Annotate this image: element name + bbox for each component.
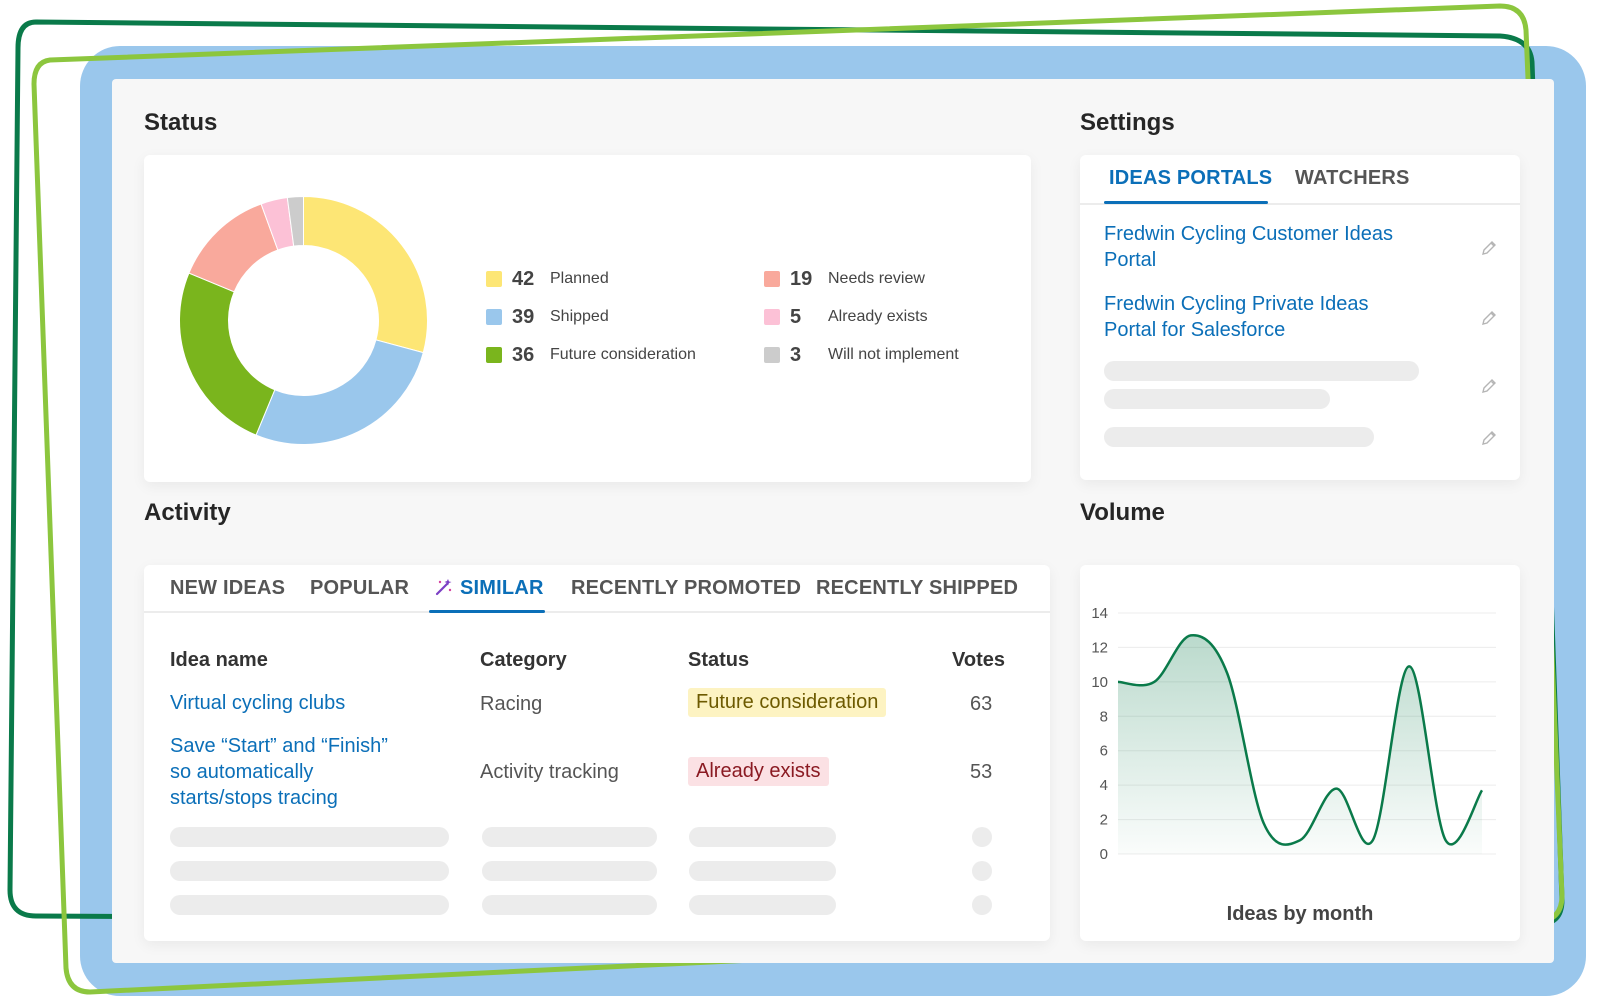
- skeleton-placeholder: [689, 861, 836, 881]
- settings-tabs: IDEAS PORTALS WATCHERS: [1080, 155, 1520, 205]
- skeleton-placeholder: [170, 827, 449, 847]
- activity-title: Activity: [144, 499, 231, 527]
- legend-count: 39: [512, 306, 550, 329]
- legend-swatch: [486, 347, 502, 363]
- legend-label: Shipped: [550, 308, 609, 326]
- portal-link-salesforce[interactable]: Fredwin Cycling Private Ideas Portal for…: [1104, 291, 1414, 343]
- tab-ideas-portals[interactable]: IDEAS PORTALS: [1109, 167, 1272, 190]
- legend-swatch: [486, 271, 502, 287]
- idea-name-link[interactable]: Virtual cycling clubs: [170, 690, 345, 716]
- legend-count: 3: [790, 344, 828, 367]
- legend-count: 42: [512, 268, 550, 291]
- tab-similar-label: SIMILAR: [460, 577, 544, 599]
- legend-swatch: [764, 347, 780, 363]
- column-header-idea-name[interactable]: Idea name: [170, 649, 268, 672]
- skeleton-placeholder: [482, 827, 657, 847]
- legend-label: Will not implement: [828, 346, 959, 364]
- legend-item[interactable]: 39Shipped: [486, 305, 609, 329]
- tab-similar[interactable]: SIMILAR: [434, 577, 544, 600]
- column-header-votes[interactable]: Votes: [952, 649, 1005, 672]
- legend-swatch: [764, 271, 780, 287]
- donut-slice-needs-review[interactable]: [189, 204, 278, 292]
- active-tab-indicator: [1104, 201, 1268, 204]
- y-tick-label: 10: [1091, 674, 1108, 691]
- volume-card: 0 2 4 6 8 10 12 14 Ideas by month: [1080, 565, 1520, 941]
- activity-tabs: NEW IDEAS POPULAR SIMILAR RECENTLY PROMO…: [144, 565, 1050, 613]
- skeleton-placeholder: [1104, 427, 1374, 447]
- tab-watchers[interactable]: WATCHERS: [1295, 167, 1410, 190]
- skeleton-placeholder: [689, 827, 836, 847]
- legend-label: Planned: [550, 270, 609, 288]
- skeleton-placeholder: [972, 861, 992, 881]
- tab-recently-promoted[interactable]: RECENTLY PROMOTED: [571, 577, 801, 600]
- edit-pencil-icon[interactable]: [1480, 377, 1498, 395]
- y-tick-label: 0: [1100, 846, 1108, 863]
- legend-count: 19: [790, 268, 828, 291]
- edit-pencil-icon[interactable]: [1480, 309, 1498, 327]
- tab-recently-shipped[interactable]: RECENTLY SHIPPED: [816, 577, 1018, 600]
- status-badge: Future consideration: [688, 688, 886, 717]
- skeleton-placeholder: [689, 895, 836, 915]
- donut-slice-shipped[interactable]: [256, 340, 423, 445]
- skeleton-placeholder: [170, 861, 449, 881]
- idea-votes: 63: [970, 693, 992, 716]
- activity-card: NEW IDEAS POPULAR SIMILAR RECENTLY PROMO…: [144, 565, 1050, 941]
- legend-item[interactable]: 5Already exists: [764, 305, 928, 329]
- legend-label: Needs review: [828, 270, 925, 288]
- y-tick-label: 8: [1100, 708, 1108, 725]
- idea-name-line: so automatically: [170, 759, 388, 785]
- tab-popular[interactable]: POPULAR: [310, 577, 409, 600]
- skeleton-placeholder: [482, 861, 657, 881]
- legend-label: Future consideration: [550, 346, 696, 364]
- tab-new-ideas[interactable]: NEW IDEAS: [170, 577, 285, 600]
- skeleton-placeholder: [482, 895, 657, 915]
- skeleton-placeholder: [972, 827, 992, 847]
- portal-link-customer[interactable]: Fredwin Cycling Customer Ideas Portal: [1104, 221, 1414, 273]
- column-header-status[interactable]: Status: [688, 649, 749, 672]
- status-title: Status: [144, 109, 217, 137]
- volume-title: Volume: [1080, 499, 1165, 527]
- skeleton-placeholder: [972, 895, 992, 915]
- idea-category: Activity tracking: [480, 761, 619, 784]
- settings-card: IDEAS PORTALS WATCHERS Fredwin Cycling C…: [1080, 155, 1520, 480]
- legend-item[interactable]: 19Needs review: [764, 267, 925, 291]
- status-card: 42Planned39Shipped36Future consideration…: [144, 155, 1031, 482]
- column-header-category[interactable]: Category: [480, 649, 567, 672]
- skeleton-placeholder: [170, 895, 449, 915]
- y-tick-label: 2: [1100, 812, 1108, 829]
- chart-caption: Ideas by month: [1080, 903, 1520, 926]
- donut-slice-future-consideration[interactable]: [180, 273, 275, 435]
- idea-category: Racing: [480, 693, 542, 716]
- volume-line-chart: 0 2 4 6 8 10 12 14: [1080, 565, 1520, 895]
- y-tick-label: 12: [1091, 639, 1108, 656]
- idea-name-line: Save “Start” and “Finish”: [170, 733, 388, 759]
- legend-label: Already exists: [828, 308, 928, 326]
- idea-votes: 53: [970, 761, 992, 784]
- idea-name-line: starts/stops tracing: [170, 785, 388, 811]
- active-tab-indicator: [429, 610, 545, 613]
- status-legend: 42Planned39Shipped36Future consideration…: [486, 267, 1006, 397]
- skeleton-placeholder: [1104, 361, 1419, 381]
- legend-item[interactable]: 42Planned: [486, 267, 609, 291]
- legend-swatch: [486, 309, 502, 325]
- legend-swatch: [764, 309, 780, 325]
- dashboard-panel: Status 42Planned39Shipped36Future consid…: [112, 79, 1554, 963]
- skeleton-placeholder: [1104, 389, 1330, 409]
- y-tick-label: 4: [1100, 777, 1108, 794]
- y-tick-label: 6: [1100, 743, 1108, 760]
- legend-count: 5: [790, 306, 828, 329]
- legend-item[interactable]: 36Future consideration: [486, 343, 696, 367]
- legend-count: 36: [512, 344, 550, 367]
- legend-item[interactable]: 3Will not implement: [764, 343, 959, 367]
- settings-title: Settings: [1080, 109, 1175, 137]
- edit-pencil-icon[interactable]: [1480, 429, 1498, 447]
- status-badge: Already exists: [688, 757, 829, 786]
- donut-slice-planned[interactable]: [304, 197, 428, 353]
- y-tick-label: 14: [1091, 605, 1108, 622]
- idea-name-link[interactable]: Save “Start” and “Finish” so automatical…: [170, 733, 388, 811]
- edit-pencil-icon[interactable]: [1480, 239, 1498, 257]
- magic-wand-icon: [434, 577, 454, 597]
- status-donut-chart: [176, 193, 431, 448]
